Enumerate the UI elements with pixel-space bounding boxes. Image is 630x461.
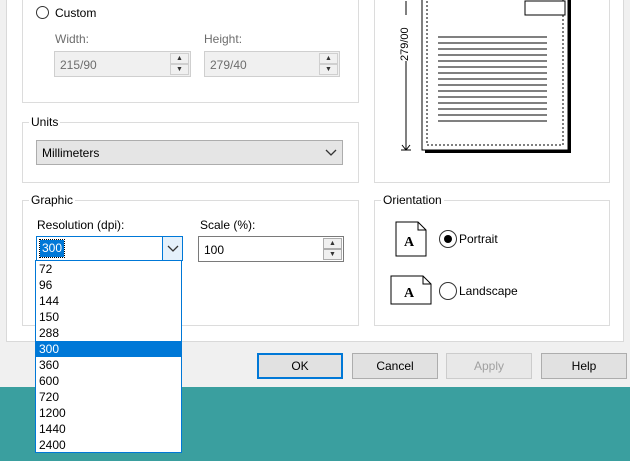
scale-label: Scale (%): [200,218,256,232]
chevron-down-icon [167,245,179,252]
resolution-option[interactable]: 720 [36,389,181,405]
width-spinner-arrows: ▲ ▼ [170,53,189,75]
units-group: Units Millimeters [22,115,359,183]
resolution-option[interactable]: 150 [36,309,181,325]
width-down-arrow-icon[interactable]: ▼ [170,64,189,75]
width-value: 215/90 [60,58,97,72]
height-spinner[interactable]: 279/40 ▲ ▼ [204,51,340,77]
help-button[interactable]: Help [541,353,627,379]
paper-size-group: Custom Width: 215/90 ▲ ▼ Height: 279/40 … [22,0,359,103]
resolution-option[interactable]: 1200 [36,405,181,421]
portrait-page-icon: A [395,221,427,257]
height-dimension-label: 279/00 [399,27,411,61]
resolution-option[interactable]: 72 [36,261,181,277]
ok-button[interactable]: OK [257,353,343,379]
scale-up-arrow-icon[interactable]: ▲ [323,238,342,249]
resolution-option[interactable]: 600 [36,373,181,389]
resolution-value: 300 [38,239,66,258]
svg-text:A: A [404,286,415,301]
landscape-radio[interactable] [439,282,457,300]
resolution-dropdown-button[interactable] [162,237,182,260]
resolution-option[interactable]: 96 [36,277,181,293]
height-up-arrow-icon[interactable]: ▲ [319,53,338,64]
landscape-label: Landscape [459,284,518,298]
svg-text:A: A [404,235,415,250]
scale-down-arrow-icon[interactable]: ▼ [323,249,342,260]
resolution-option[interactable]: 288 [36,325,181,341]
chevron-down-icon [325,149,337,156]
apply-button[interactable]: Apply [446,353,532,379]
units-value: Millimeters [42,146,100,160]
graphic-title: Graphic [29,193,76,207]
units-dropdown[interactable]: Millimeters [36,140,343,165]
width-spinner[interactable]: 215/90 ▲ ▼ [54,51,191,77]
width-label: Width: [55,32,90,46]
units-title: Units [29,115,61,129]
portrait-label: Portrait [459,232,498,246]
portrait-radio[interactable] [439,230,457,248]
width-up-arrow-icon[interactable]: ▲ [170,53,189,64]
height-down-arrow-icon[interactable]: ▼ [319,64,338,75]
custom-radio[interactable] [36,6,49,19]
height-spinner-arrows: ▲ ▼ [319,53,338,75]
orientation-title: Orientation [381,193,444,207]
preview-group: 279/00 [374,0,610,183]
height-label: Height: [204,32,243,46]
resolution-option[interactable]: 1440 [36,421,181,437]
resolution-dropdown-list: 72 96 144 150 288 300 360 600 720 1200 1440 2400 [35,260,182,453]
scale-spinner-arrows: ▲ ▼ [323,238,342,260]
resolution-option[interactable]: 2400 [36,437,181,453]
custom-label: Custom [55,6,97,20]
resolution-label: Resolution (dpi): [37,218,125,232]
scale-spinner[interactable]: 100 ▲ ▼ [198,236,344,262]
resolution-option[interactable]: 300 [36,341,181,357]
resolution-option[interactable]: 144 [36,293,181,309]
orientation-group: Orientation A Portrait A Landscape [374,193,610,326]
resolution-dropdown[interactable]: 300 [36,236,183,261]
height-value: 279/40 [210,58,247,72]
landscape-page-icon: A [390,275,432,305]
scale-value: 100 [204,243,225,257]
resolution-option[interactable]: 360 [36,357,181,373]
cancel-button[interactable]: Cancel [352,353,438,379]
